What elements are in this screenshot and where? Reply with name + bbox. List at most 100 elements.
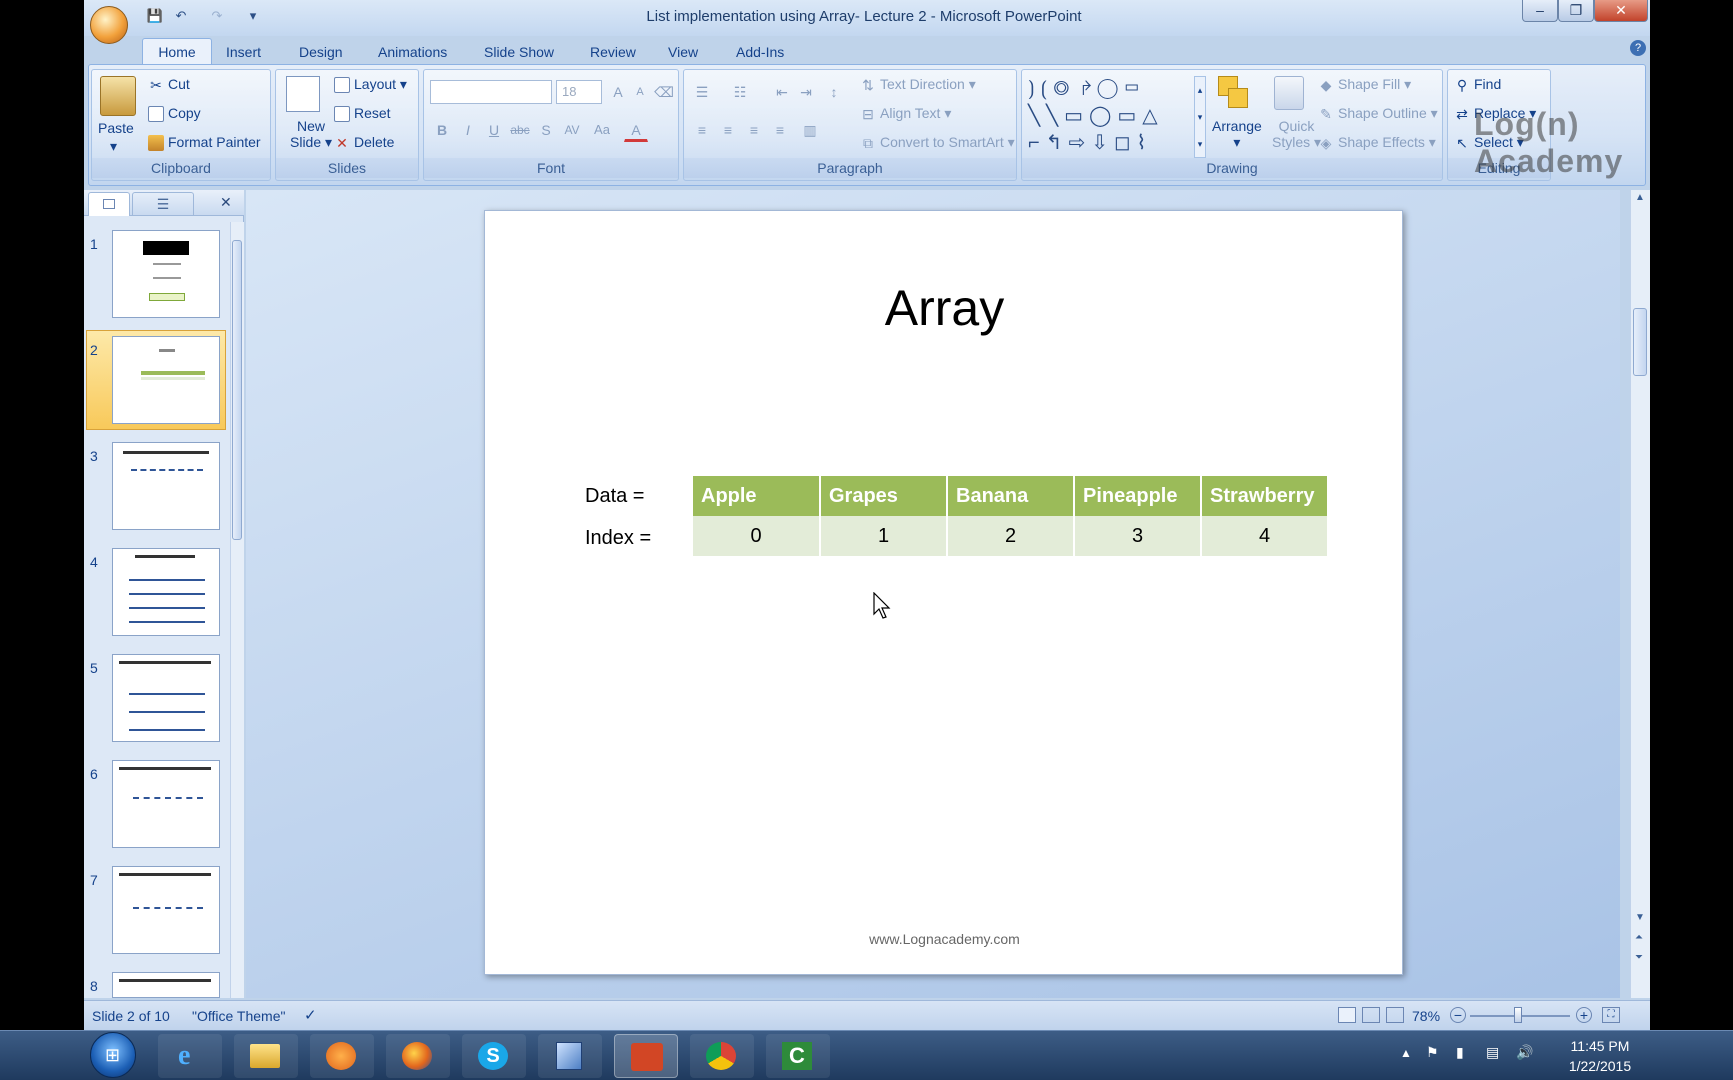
tab-design[interactable]: Design [299, 44, 343, 60]
slide-scroll-thumb[interactable] [1633, 308, 1647, 376]
volume-icon[interactable]: 🔊 [1516, 1044, 1533, 1061]
internet-explorer-icon[interactable]: e [158, 1034, 222, 1078]
power-icon[interactable]: ▮ [1456, 1044, 1464, 1061]
array-cell[interactable]: Apple [693, 476, 821, 516]
tab-review[interactable]: Review [590, 44, 636, 60]
office-button[interactable] [90, 6, 128, 44]
skype-icon[interactable]: S [462, 1034, 526, 1078]
normal-view-icon[interactable] [1338, 1007, 1356, 1023]
shrink-font-button[interactable]: A [628, 80, 652, 104]
network-icon[interactable]: ▤ [1486, 1044, 1499, 1061]
powerpoint-taskbar-icon[interactable] [614, 1034, 678, 1078]
tab-home[interactable]: Home [142, 38, 212, 66]
previous-slide-icon[interactable]: ⏶ [1635, 932, 1643, 943]
zoom-out-icon[interactable]: − [1450, 1007, 1466, 1023]
scroll-down-icon[interactable]: ▼ [1635, 912, 1645, 923]
reset-button[interactable]: Reset [334, 105, 391, 123]
slide-thumbnail-5[interactable] [112, 654, 220, 742]
minimize-button[interactable]: – [1522, 0, 1558, 22]
customize-qat-icon[interactable]: ▾ [244, 8, 262, 24]
save-icon[interactable]: 💾 [146, 8, 164, 24]
taskbar-clock[interactable]: 11:45 PM 1/22/2015 [1540, 1036, 1660, 1076]
shape-fill-button[interactable]: ◆ Shape Fill ▾ [1318, 76, 1412, 93]
next-slide-icon[interactable]: ⏷ [1635, 952, 1643, 963]
slide-thumbnail-3[interactable] [112, 442, 220, 530]
slide-thumbnail-8[interactable] [112, 972, 220, 998]
index-cell[interactable]: 0 [693, 516, 821, 556]
increase-indent-button[interactable]: ⇥ [794, 80, 818, 104]
tab-view[interactable]: View [668, 44, 698, 60]
tab-animations[interactable]: Animations [378, 44, 447, 60]
zoom-slider-thumb[interactable] [1514, 1007, 1522, 1023]
shape-outline-button[interactable]: ✎ Shape Outline ▾ [1318, 105, 1438, 122]
clear-formatting-button[interactable]: ⌫ [652, 80, 676, 104]
strikethrough-button[interactable]: abc [508, 118, 532, 142]
shapes-gallery-scroll[interactable]: ▴ ▾ ▾ [1194, 76, 1206, 158]
action-center-icon[interactable]: ⚑ [1426, 1044, 1439, 1061]
array-cell[interactable]: Grapes [820, 476, 948, 516]
array-cell[interactable]: Strawberry [1201, 476, 1329, 516]
paste-dropdown-icon[interactable]: ▾ [110, 138, 117, 155]
outline-tab[interactable]: ☰ [132, 192, 194, 216]
grow-font-button[interactable]: A [606, 80, 630, 104]
slide-sorter-icon[interactable] [1362, 1007, 1380, 1023]
close-pane-icon[interactable]: ✕ [220, 194, 232, 211]
tab-add-ins[interactable]: Add-Ins [736, 44, 784, 60]
find-button[interactable]: ⚲ Find [1454, 76, 1501, 93]
fit-to-window-icon[interactable]: ⛶ [1602, 1007, 1620, 1023]
font-size-combo[interactable]: 18 [556, 80, 602, 104]
slides-pane-scroll-thumb[interactable] [232, 240, 242, 540]
slide-title[interactable]: Array [485, 279, 1404, 337]
text-direction-button[interactable]: ⇅ Text Direction ▾ [860, 76, 976, 93]
italic-button[interactable]: I [456, 118, 480, 142]
zoom-in-icon[interactable]: + [1576, 1007, 1592, 1023]
spell-check-icon[interactable]: ✓ [304, 1006, 317, 1024]
slide-show-view-icon[interactable] [1386, 1007, 1404, 1023]
align-text-button[interactable]: ⊟ Align Text ▾ [860, 105, 951, 122]
line-spacing-button[interactable]: ↕ [822, 80, 846, 104]
file-explorer-icon[interactable] [234, 1034, 298, 1078]
align-center-button[interactable]: ≡ [716, 118, 740, 142]
paste-button[interactable]: Paste [98, 120, 134, 136]
maximize-button[interactable]: ❐ [1558, 0, 1594, 22]
undo-icon[interactable]: ↶ [172, 8, 190, 24]
zoom-level[interactable]: 78% [1412, 1008, 1440, 1024]
bold-button[interactable]: B [430, 118, 454, 142]
font-color-button[interactable]: A [624, 118, 648, 142]
array-cell[interactable]: Pineapple [1074, 476, 1202, 516]
tab-insert[interactable]: Insert [226, 44, 261, 60]
underline-button[interactable]: U [482, 118, 506, 142]
slides-tab[interactable] [88, 192, 130, 216]
index-cell[interactable]: 3 [1074, 516, 1202, 556]
start-button[interactable]: ⊞ [90, 1032, 136, 1078]
virtualbox-icon[interactable] [538, 1034, 602, 1078]
scroll-up-icon[interactable]: ▲ [1635, 192, 1645, 203]
character-spacing-button[interactable]: AV [560, 118, 584, 142]
index-cell[interactable]: 1 [820, 516, 948, 556]
cut-button[interactable]: ✂ Cut [148, 76, 190, 93]
font-name-combo[interactable] [430, 80, 552, 104]
tab-slide-show[interactable]: Slide Show [484, 44, 554, 60]
camtasia-icon[interactable]: C [766, 1034, 830, 1078]
layout-button[interactable]: Layout ▾ [334, 76, 407, 94]
align-right-button[interactable]: ≡ [742, 118, 766, 142]
shape-effects-button[interactable]: ◈ Shape Effects ▾ [1318, 134, 1436, 151]
array-cell[interactable]: Banana [947, 476, 1075, 516]
change-case-button[interactable]: Aa [590, 118, 614, 142]
convert-smartart-button[interactable]: ⧉ Convert to SmartArt ▾ [860, 134, 1015, 151]
justify-button[interactable]: ≡ [768, 118, 792, 142]
bullets-button[interactable]: ☰ [690, 80, 714, 104]
slide-thumbnail-6[interactable] [112, 760, 220, 848]
slide-canvas[interactable]: Array Data = Index = Apple Grapes Banana… [484, 210, 1403, 975]
shadow-button[interactable]: S [534, 118, 558, 142]
quick-styles-button[interactable]: Quick Styles ▾ [1272, 118, 1321, 150]
new-slide-button[interactable]: New Slide ▾ [290, 118, 332, 150]
array-table[interactable]: Apple Grapes Banana Pineapple Strawberry… [693, 476, 1329, 556]
shapes-gallery[interactable]: ⟯⟮◎↱◯▭ ╲╲▭◯▭△ ⌐↰⇨⇩◻⌇ [1028, 76, 1188, 158]
decrease-indent-button[interactable]: ⇤ [770, 80, 794, 104]
slide-thumbnail-4[interactable] [112, 548, 220, 636]
slide-thumbnail-7[interactable] [112, 866, 220, 954]
chrome-icon[interactable] [690, 1034, 754, 1078]
index-cell[interactable]: 4 [1201, 516, 1329, 556]
columns-button[interactable]: ▥ [798, 118, 822, 142]
